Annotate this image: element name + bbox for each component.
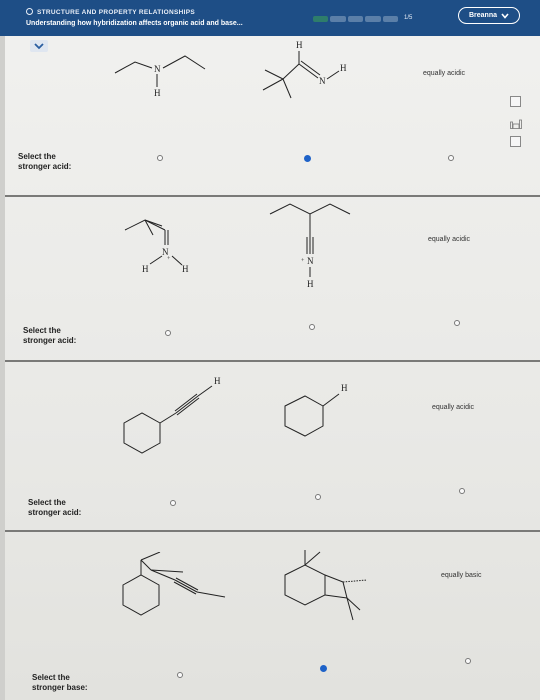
prompt-line: Select the xyxy=(28,498,66,507)
progress-bar xyxy=(313,16,399,22)
progress-segment xyxy=(347,16,364,22)
progress-count: 1/5 xyxy=(404,15,413,21)
radio-option-b[interactable] xyxy=(320,665,327,672)
option-c-text[interactable]: equally acidic xyxy=(428,236,470,243)
hydrogen-label: H xyxy=(307,279,314,289)
left-edge xyxy=(0,0,5,700)
topic-label: STRUCTURE AND PROPERTY RELATIONSHIPS xyxy=(26,8,195,16)
radio-option-a[interactable] xyxy=(157,155,163,161)
radio-option-a[interactable] xyxy=(170,500,176,506)
molecule-a: N + H H xyxy=(124,219,189,274)
radio-option-b[interactable] xyxy=(304,155,311,162)
radio-option-c[interactable] xyxy=(448,155,454,161)
nitrogen-label: N xyxy=(319,76,326,86)
option-c-text[interactable]: equally acidic xyxy=(432,404,474,411)
charge-label: + xyxy=(167,256,171,262)
tool-panel xyxy=(508,96,522,147)
prompt-line: Select the xyxy=(23,326,61,335)
prompt-line: stronger acid: xyxy=(23,336,77,345)
molecule-b xyxy=(284,550,368,621)
molecule-a: N H xyxy=(114,55,206,98)
radio-option-b[interactable] xyxy=(315,494,321,500)
option-c-text[interactable]: equally basic xyxy=(441,572,481,579)
row-divider xyxy=(5,530,540,532)
radio-option-c[interactable] xyxy=(459,488,465,494)
hydrogen-label: H xyxy=(340,63,347,73)
question-prompt: Select the stronger acid: xyxy=(28,498,81,518)
question-prompt: Select the stronger acid: xyxy=(18,152,71,172)
header-bar: STRUCTURE AND PROPERTY RELATIONSHIPS Und… xyxy=(0,0,540,36)
molecule-b: H N H xyxy=(262,40,347,99)
hydrogen-label: H xyxy=(214,376,221,386)
progress-segment xyxy=(365,16,381,22)
page: STRUCTURE AND PROPERTY RELATIONSHIPS Und… xyxy=(0,0,540,700)
progress-segment xyxy=(382,16,399,22)
molecule-b: + N H xyxy=(269,203,351,289)
chevron-down-icon xyxy=(34,43,44,50)
option-c-text[interactable]: equally acidic xyxy=(423,70,465,77)
hydrogen-label: H xyxy=(182,264,189,274)
assignment-title: Understanding how hybridization affects … xyxy=(26,20,243,27)
molecule-a: H xyxy=(123,376,221,454)
hydrogen-label: H xyxy=(341,383,348,393)
radio-option-b[interactable] xyxy=(309,324,315,330)
collapse-button[interactable] xyxy=(30,40,48,52)
user-menu-button[interactable]: Breanna xyxy=(458,7,520,24)
question-prompt: Select the stronger base: xyxy=(32,673,88,693)
molecule-b: H xyxy=(284,383,348,437)
prompt-line: Select the xyxy=(32,673,70,682)
nitrogen-label: N xyxy=(307,256,314,266)
nitrogen-label: N xyxy=(154,64,161,74)
periodic-table-icon[interactable] xyxy=(509,116,522,129)
topic-circle-icon xyxy=(26,8,33,15)
radio-option-a[interactable] xyxy=(165,330,171,336)
radio-option-a[interactable] xyxy=(177,672,183,678)
prompt-line: stronger acid: xyxy=(28,508,82,517)
hydrogen-label: H xyxy=(142,264,149,274)
radio-option-c[interactable] xyxy=(465,658,471,664)
prompt-line: Select the xyxy=(18,152,56,161)
topic-text: STRUCTURE AND PROPERTY RELATIONSHIPS xyxy=(37,9,196,16)
question-prompt: Select the stronger acid: xyxy=(23,326,76,346)
charge-label: + xyxy=(301,258,305,264)
calculator-icon[interactable] xyxy=(509,96,521,107)
grid-icon[interactable] xyxy=(509,136,521,147)
prompt-line: stronger base: xyxy=(32,683,88,692)
progress-segment xyxy=(313,16,329,22)
row-divider xyxy=(5,360,540,362)
user-name: Breanna xyxy=(468,12,497,19)
chevron-down-icon xyxy=(501,12,509,19)
progress-segment xyxy=(330,16,346,22)
prompt-line: stronger acid: xyxy=(18,162,72,171)
radio-option-c[interactable] xyxy=(454,320,460,326)
molecule-a xyxy=(122,552,226,616)
hydrogen-label: H xyxy=(154,88,161,98)
hydrogen-label: H xyxy=(296,40,303,50)
